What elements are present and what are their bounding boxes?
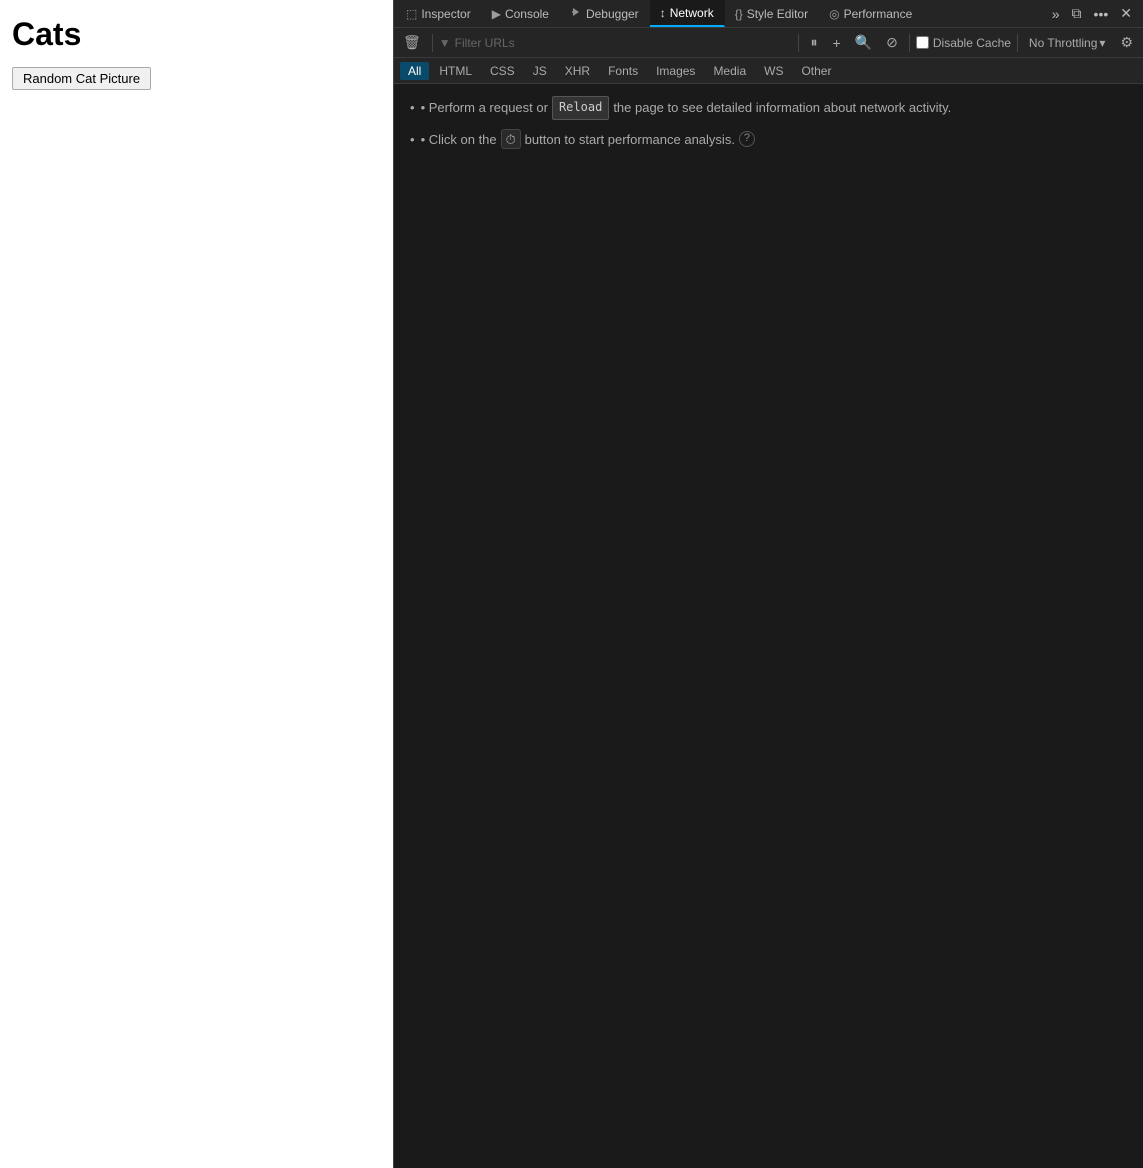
block-button[interactable]: ⊘ [881, 32, 903, 53]
filter-urls-input[interactable] [455, 36, 792, 50]
type-filter-bar: All HTML CSS JS XHR Fonts Images Media W… [394, 58, 1143, 84]
bullet-2: • [410, 128, 415, 151]
random-cat-button[interactable]: Random Cat Picture [12, 67, 151, 90]
throttle-label: No Throttling [1029, 36, 1097, 50]
info-text-2b: button to start performance analysis. [525, 128, 735, 151]
filter-images[interactable]: Images [648, 62, 703, 80]
toolbar-separator-1 [432, 34, 433, 52]
help-icon[interactable]: ? [739, 131, 755, 147]
add-button[interactable]: + [828, 33, 846, 53]
devtools-panel: ⬚ Inspector ▶ Console Debugger ↕ Network… [393, 0, 1143, 1168]
more-tabs-button[interactable]: » [1047, 4, 1065, 24]
disable-cache-checkbox[interactable] [916, 36, 929, 49]
throttle-button[interactable]: No Throttling ▾ [1024, 34, 1111, 52]
console-icon: ▶ [492, 7, 501, 21]
disable-cache-text: Disable Cache [933, 36, 1011, 50]
filter-other[interactable]: Other [793, 62, 839, 80]
throttle-chevron-icon: ▾ [1099, 36, 1105, 50]
filter-html[interactable]: HTML [431, 62, 480, 80]
network-icon: ↕ [660, 6, 666, 20]
tab-style-editor[interactable]: {} Style Editor [725, 0, 819, 27]
toolbar-separator-3 [909, 34, 910, 52]
filter-css[interactable]: CSS [482, 62, 523, 80]
info-text-1a: • Perform a request or [421, 96, 548, 119]
tab-console[interactable]: ▶ Console [482, 0, 560, 27]
devtools-tab-bar: ⬚ Inspector ▶ Console Debugger ↕ Network… [394, 0, 1143, 28]
tab-inspector-label: Inspector [421, 7, 470, 21]
filter-fonts[interactable]: Fonts [600, 62, 646, 80]
tab-actions: » ⧉ ••• ✕ [1047, 3, 1141, 24]
settings-button[interactable]: ⚙ [1114, 32, 1139, 53]
tab-performance-label: Performance [844, 7, 913, 21]
tab-debugger-label: Debugger [586, 7, 639, 21]
filter-media[interactable]: Media [705, 62, 754, 80]
style-editor-icon: {} [735, 7, 743, 21]
devtools-toolbar: 🗑 ▼ ⏸ + 🔍 ⊘ Disable Cache No Throttling … [394, 28, 1143, 58]
reload-badge[interactable]: Reload [552, 96, 609, 120]
filter-xhr[interactable]: XHR [557, 62, 598, 80]
tab-network-label: Network [670, 6, 714, 20]
search-button[interactable]: 🔍 [850, 32, 877, 53]
debugger-icon [570, 6, 582, 21]
filter-js[interactable]: JS [525, 62, 555, 80]
tab-performance[interactable]: ◎ Performance [819, 0, 923, 27]
dock-button[interactable]: ⧉ [1067, 3, 1087, 24]
performance-icon: ◎ [829, 7, 839, 21]
more-options-button[interactable]: ••• [1089, 4, 1114, 24]
inspector-icon: ⬚ [406, 7, 417, 21]
tab-style-editor-label: Style Editor [747, 7, 808, 21]
tab-inspector[interactable]: ⬚ Inspector [396, 0, 482, 27]
bullet-1: • [410, 96, 415, 119]
info-text-2a: • Click on the [421, 128, 497, 151]
filter-ws[interactable]: WS [756, 62, 791, 80]
info-line-1: • • Perform a request or Reload the page… [410, 96, 1127, 120]
filter-all[interactable]: All [400, 62, 429, 80]
pause-button[interactable]: ⏸ [805, 32, 824, 53]
perf-analysis-icon: ⏱ [501, 129, 521, 149]
network-main-area: • • Perform a request or Reload the page… [394, 84, 1143, 1168]
toolbar-separator-4 [1017, 34, 1018, 52]
toolbar-separator-2 [798, 34, 799, 52]
info-text-1b: the page to see detailed information abo… [613, 96, 951, 119]
tab-console-label: Console [505, 7, 549, 21]
disable-cache-label[interactable]: Disable Cache [916, 36, 1011, 50]
page-title: Cats [12, 16, 381, 53]
tab-debugger[interactable]: Debugger [560, 0, 650, 27]
clear-button[interactable]: 🗑 [398, 32, 426, 53]
filter-icon: ▼ [439, 36, 451, 50]
close-devtools-button[interactable]: ✕ [1115, 3, 1137, 24]
trash-icon: 🗑 [403, 34, 421, 50]
webpage-panel: Cats Random Cat Picture [0, 0, 393, 1168]
info-line-2: • • Click on the ⏱ button to start perfo… [410, 128, 1127, 151]
tab-network[interactable]: ↕ Network [650, 0, 725, 27]
